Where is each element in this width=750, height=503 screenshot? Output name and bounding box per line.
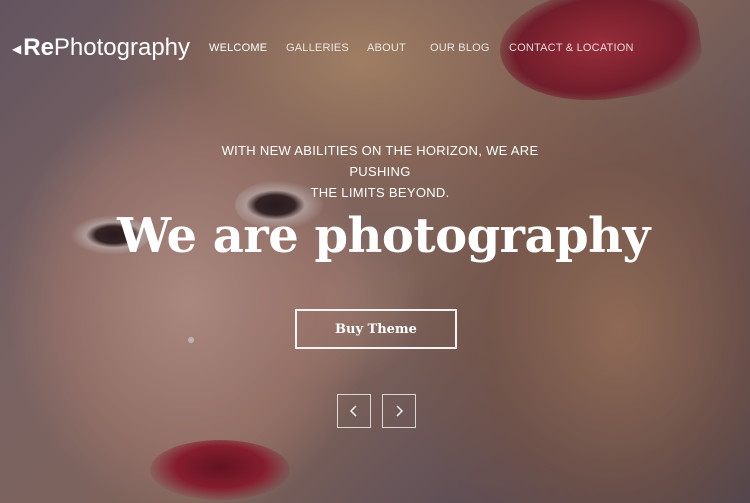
chevron-left-icon (350, 405, 357, 417)
hero-headline: We are photography (117, 208, 650, 264)
hero-tagline-line1: WITH NEW ABILITIES ON THE HORIZON, WE AR… (221, 143, 539, 179)
logo-bold-text: Re (23, 34, 54, 61)
nav-item-about[interactable]: ABOUT (367, 42, 406, 54)
buy-theme-button[interactable]: Buy Theme (295, 309, 457, 349)
nav-item-our-blog[interactable]: OUR BLOG (430, 42, 490, 54)
nav-item-galleries[interactable]: GALLERIES (286, 42, 349, 54)
hero-tagline-line2: THE LIMITS BEYOND. (310, 185, 450, 200)
slider-next-button[interactable] (382, 394, 416, 428)
logo-arrow-icon: ◀ (12, 41, 22, 56)
hero-tagline: WITH NEW ABILITIES ON THE HORIZON, WE AR… (190, 140, 570, 203)
slider-prev-button[interactable] (337, 394, 371, 428)
nav-item-contact-location[interactable]: CONTACT & LOCATION (509, 42, 634, 54)
chevron-right-icon (396, 405, 403, 417)
site-logo[interactable]: ◀RePhotography (12, 34, 190, 63)
logo-light-text: Photography (53, 34, 191, 61)
nav-item-welcome[interactable]: WELCOME (209, 42, 267, 54)
